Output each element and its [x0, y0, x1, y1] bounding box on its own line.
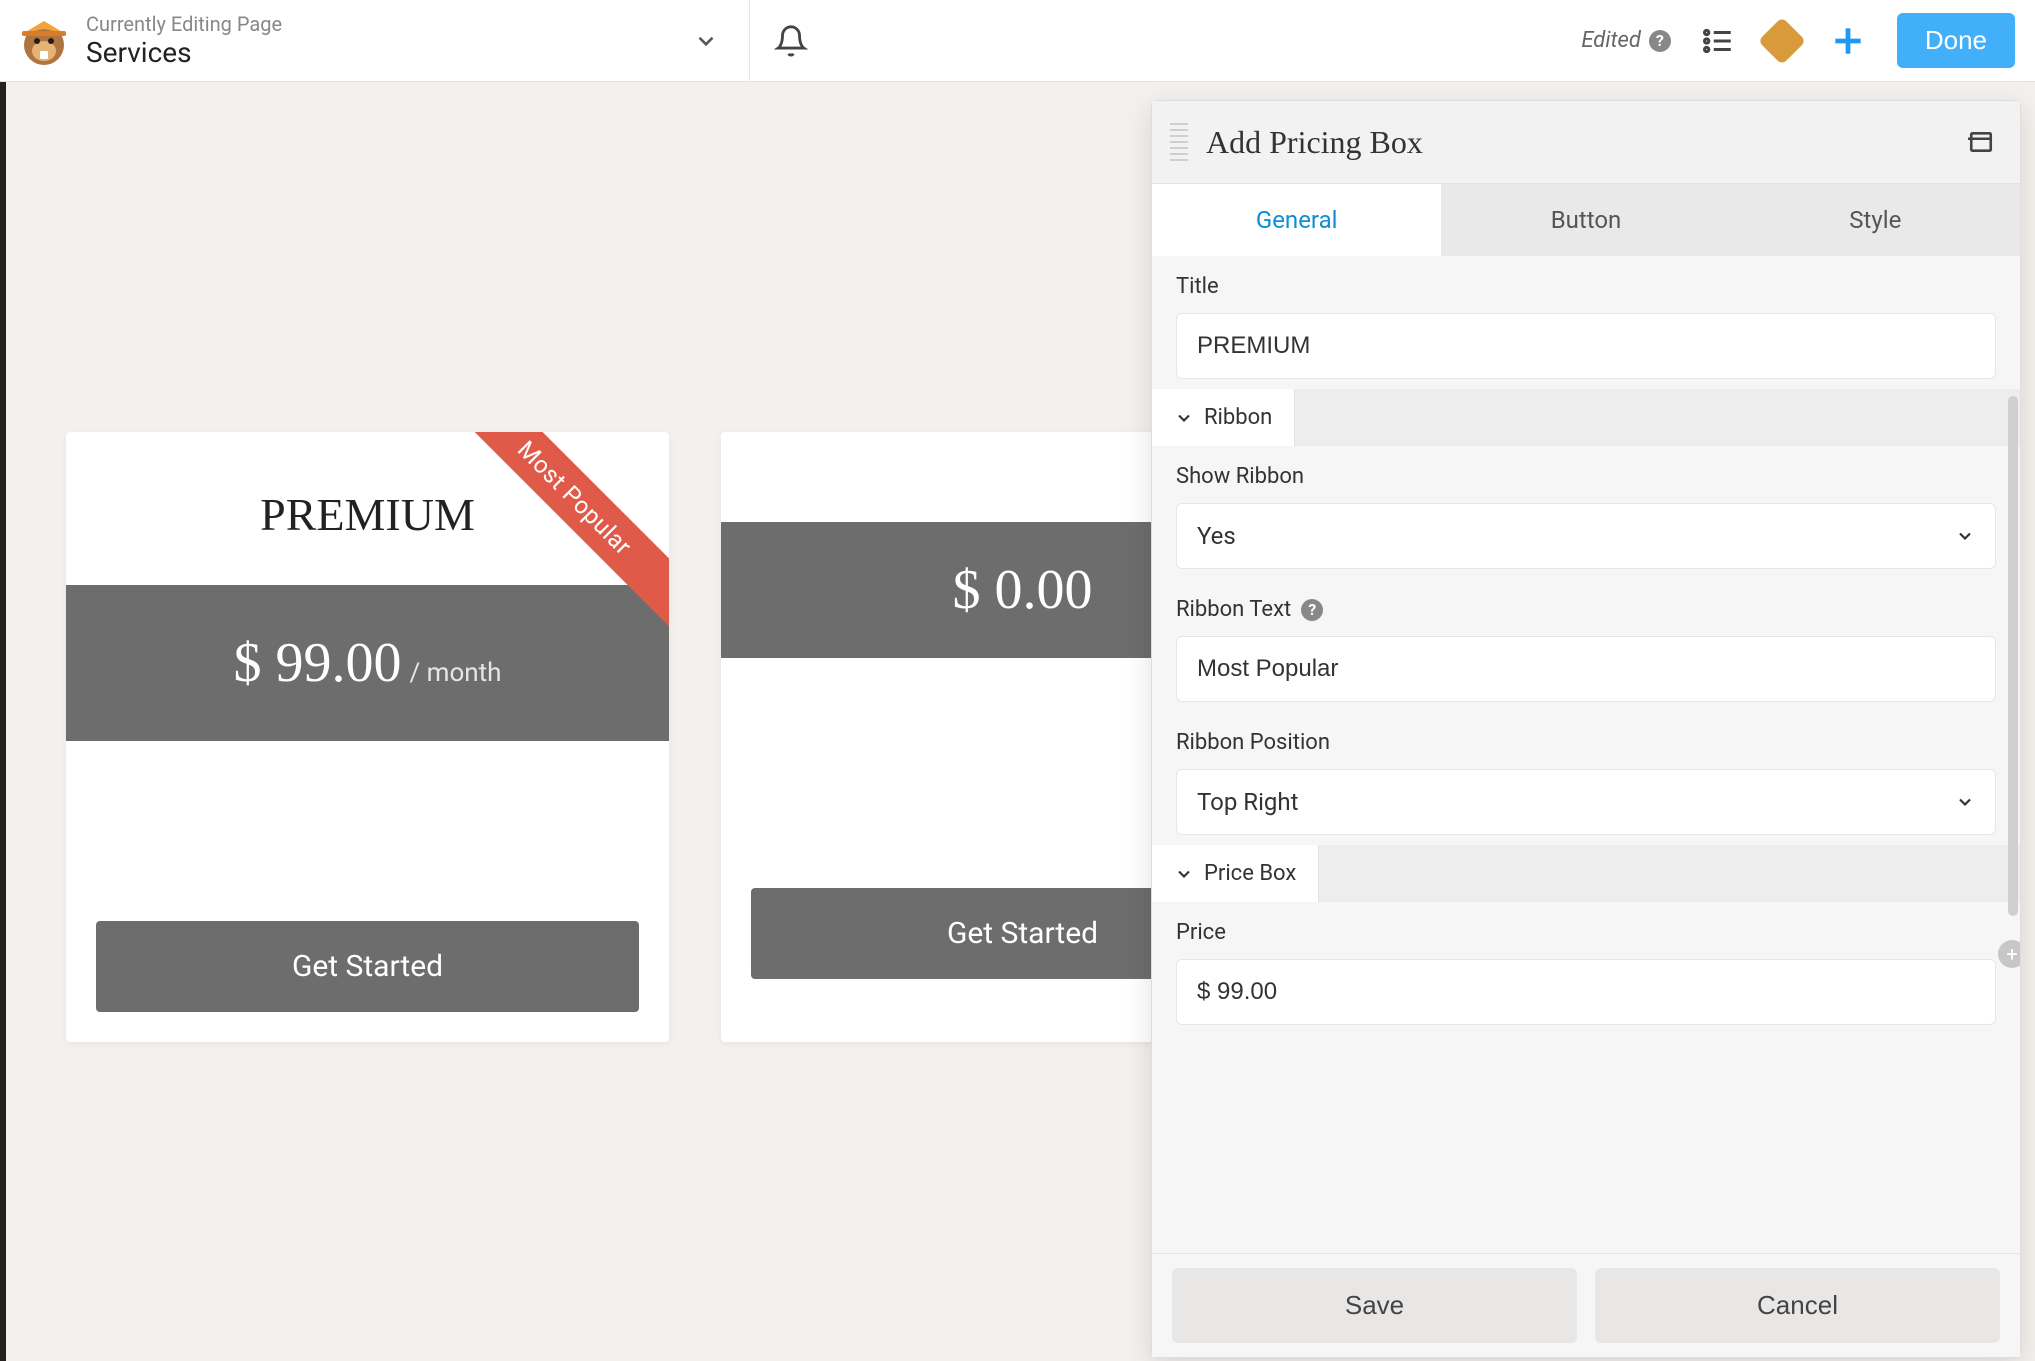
outline-icon[interactable] — [1701, 24, 1735, 58]
expand-icon[interactable] — [1968, 129, 1994, 155]
ribbon-text-label: Ribbon Text ? — [1176, 597, 1996, 622]
show-ribbon-select[interactable]: Yes — [1176, 503, 1996, 569]
page-title: Services — [86, 36, 282, 69]
chevron-down-icon[interactable] — [693, 28, 719, 54]
section-label: Price Box — [1204, 861, 1296, 886]
ribbon-text-input[interactable] — [1176, 636, 1996, 702]
topbar: Currently Editing Page Services Edited ? — [0, 0, 2035, 82]
done-button[interactable]: Done — [1897, 13, 2015, 68]
get-started-button[interactable]: Get Started — [96, 921, 639, 1012]
section-label: Ribbon — [1204, 405, 1272, 430]
chevron-down-icon — [1955, 526, 1975, 546]
bell-icon[interactable] — [774, 24, 808, 58]
cookie-icon[interactable] — [1765, 24, 1799, 58]
edited-label: Edited — [1581, 28, 1640, 53]
chevron-down-icon — [1174, 408, 1194, 428]
ribbon-position-label: Ribbon Position — [1176, 730, 1996, 755]
drag-handle-icon[interactable] — [1170, 123, 1188, 161]
select-value: Yes — [1197, 522, 1236, 550]
panel-title: Add Pricing Box — [1206, 124, 1423, 161]
title-label: Title — [1176, 274, 1996, 299]
chevron-down-icon — [1174, 864, 1194, 884]
settings-panel: Add Pricing Box General Button Style Tit… — [1151, 100, 2021, 1358]
panel-footer: Save Cancel — [1152, 1253, 2020, 1357]
page-info: Currently Editing Page Services — [86, 12, 282, 69]
page-selector[interactable]: Currently Editing Page Services — [0, 0, 750, 81]
ribbon-position-select[interactable]: Top Right — [1176, 769, 1996, 835]
price-main: $ 99.00 — [234, 631, 402, 695]
cancel-button[interactable]: Cancel — [1595, 1268, 2000, 1343]
help-icon[interactable]: ? — [1649, 30, 1671, 52]
tabs: General Button Style — [1152, 184, 2020, 256]
editing-label: Currently Editing Page — [86, 12, 282, 36]
chevron-down-icon — [1955, 792, 1975, 812]
section-pricebox: Price Box — [1152, 845, 2020, 902]
select-value: Top Right — [1197, 788, 1298, 816]
beaver-logo-icon — [18, 15, 70, 67]
canvas: Most Popular PREMIUM $ 99.00 / month Get… — [0, 82, 2035, 1361]
label-text: Ribbon Text — [1176, 597, 1291, 622]
add-field-icon[interactable]: + — [1998, 940, 2020, 968]
add-icon[interactable] — [1829, 22, 1867, 60]
tab-style[interactable]: Style — [1731, 184, 2020, 256]
tab-general[interactable]: General — [1152, 184, 1441, 256]
show-ribbon-label: Show Ribbon — [1176, 464, 1996, 489]
price-label: Price — [1176, 920, 1996, 945]
title-input[interactable] — [1176, 313, 1996, 379]
pricing-card-premium[interactable]: Most Popular PREMIUM $ 99.00 / month Get… — [66, 432, 669, 1042]
price-main: $ 0.00 — [953, 558, 1093, 622]
price-period: / month — [410, 658, 502, 688]
section-ribbon: Ribbon — [1152, 389, 2020, 446]
section-toggle-pricebox[interactable]: Price Box — [1152, 845, 1319, 902]
scrollbar[interactable] — [2008, 396, 2018, 916]
panel-body: Title Ribbon Show Ribbon Yes — [1152, 256, 2020, 1253]
edited-status: Edited ? — [1581, 28, 1670, 53]
left-strip — [0, 82, 6, 1361]
panel-header[interactable]: Add Pricing Box — [1152, 101, 2020, 184]
save-button[interactable]: Save — [1172, 1268, 1577, 1343]
price-band: $ 99.00 / month — [66, 585, 669, 741]
tab-button[interactable]: Button — [1441, 184, 1730, 256]
price-input[interactable] — [1176, 959, 1996, 1025]
help-icon[interactable]: ? — [1301, 599, 1323, 621]
section-toggle-ribbon[interactable]: Ribbon — [1152, 389, 1295, 446]
